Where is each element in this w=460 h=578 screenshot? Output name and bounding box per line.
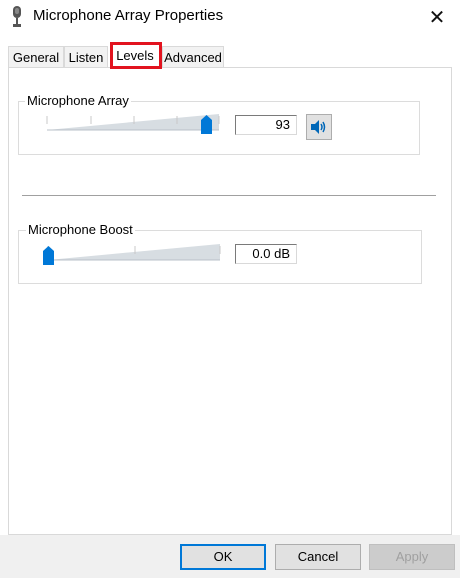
ok-button[interactable]: OK bbox=[180, 544, 266, 570]
section-divider bbox=[22, 195, 436, 196]
tab-general[interactable]: General bbox=[8, 46, 64, 67]
microphone-array-slider[interactable] bbox=[45, 110, 221, 136]
tab-listen[interactable]: Listen bbox=[64, 46, 108, 67]
window-title: Microphone Array Properties bbox=[33, 7, 224, 24]
apply-button[interactable]: Apply bbox=[369, 544, 455, 570]
microphone-icon bbox=[13, 6, 21, 27]
microphone-boost-slider[interactable] bbox=[46, 240, 222, 266]
speaker-icon bbox=[311, 120, 326, 134]
microphone-array-label: Microphone Array bbox=[25, 93, 131, 108]
tab-advanced[interactable]: Advanced bbox=[162, 46, 224, 67]
mute-toggle-button[interactable] bbox=[306, 114, 332, 140]
tab-highlight-box bbox=[110, 42, 162, 69]
close-icon: ✕ bbox=[428, 6, 446, 29]
microphone-array-value-field[interactable]: 93 bbox=[235, 115, 297, 135]
title-bar: Microphone Array Properties ✕ bbox=[0, 0, 460, 36]
microphone-boost-label: Microphone Boost bbox=[26, 222, 135, 237]
microphone-array-slider-thumb[interactable] bbox=[201, 115, 212, 134]
close-button[interactable]: ✕ bbox=[414, 0, 460, 34]
microphone-boost-value-field[interactable]: 0.0 dB bbox=[235, 244, 297, 264]
microphone-boost-slider-thumb[interactable] bbox=[43, 246, 54, 265]
cancel-button[interactable]: Cancel bbox=[275, 544, 361, 570]
tab-strip: General Listen Levels Advanced bbox=[8, 44, 452, 69]
